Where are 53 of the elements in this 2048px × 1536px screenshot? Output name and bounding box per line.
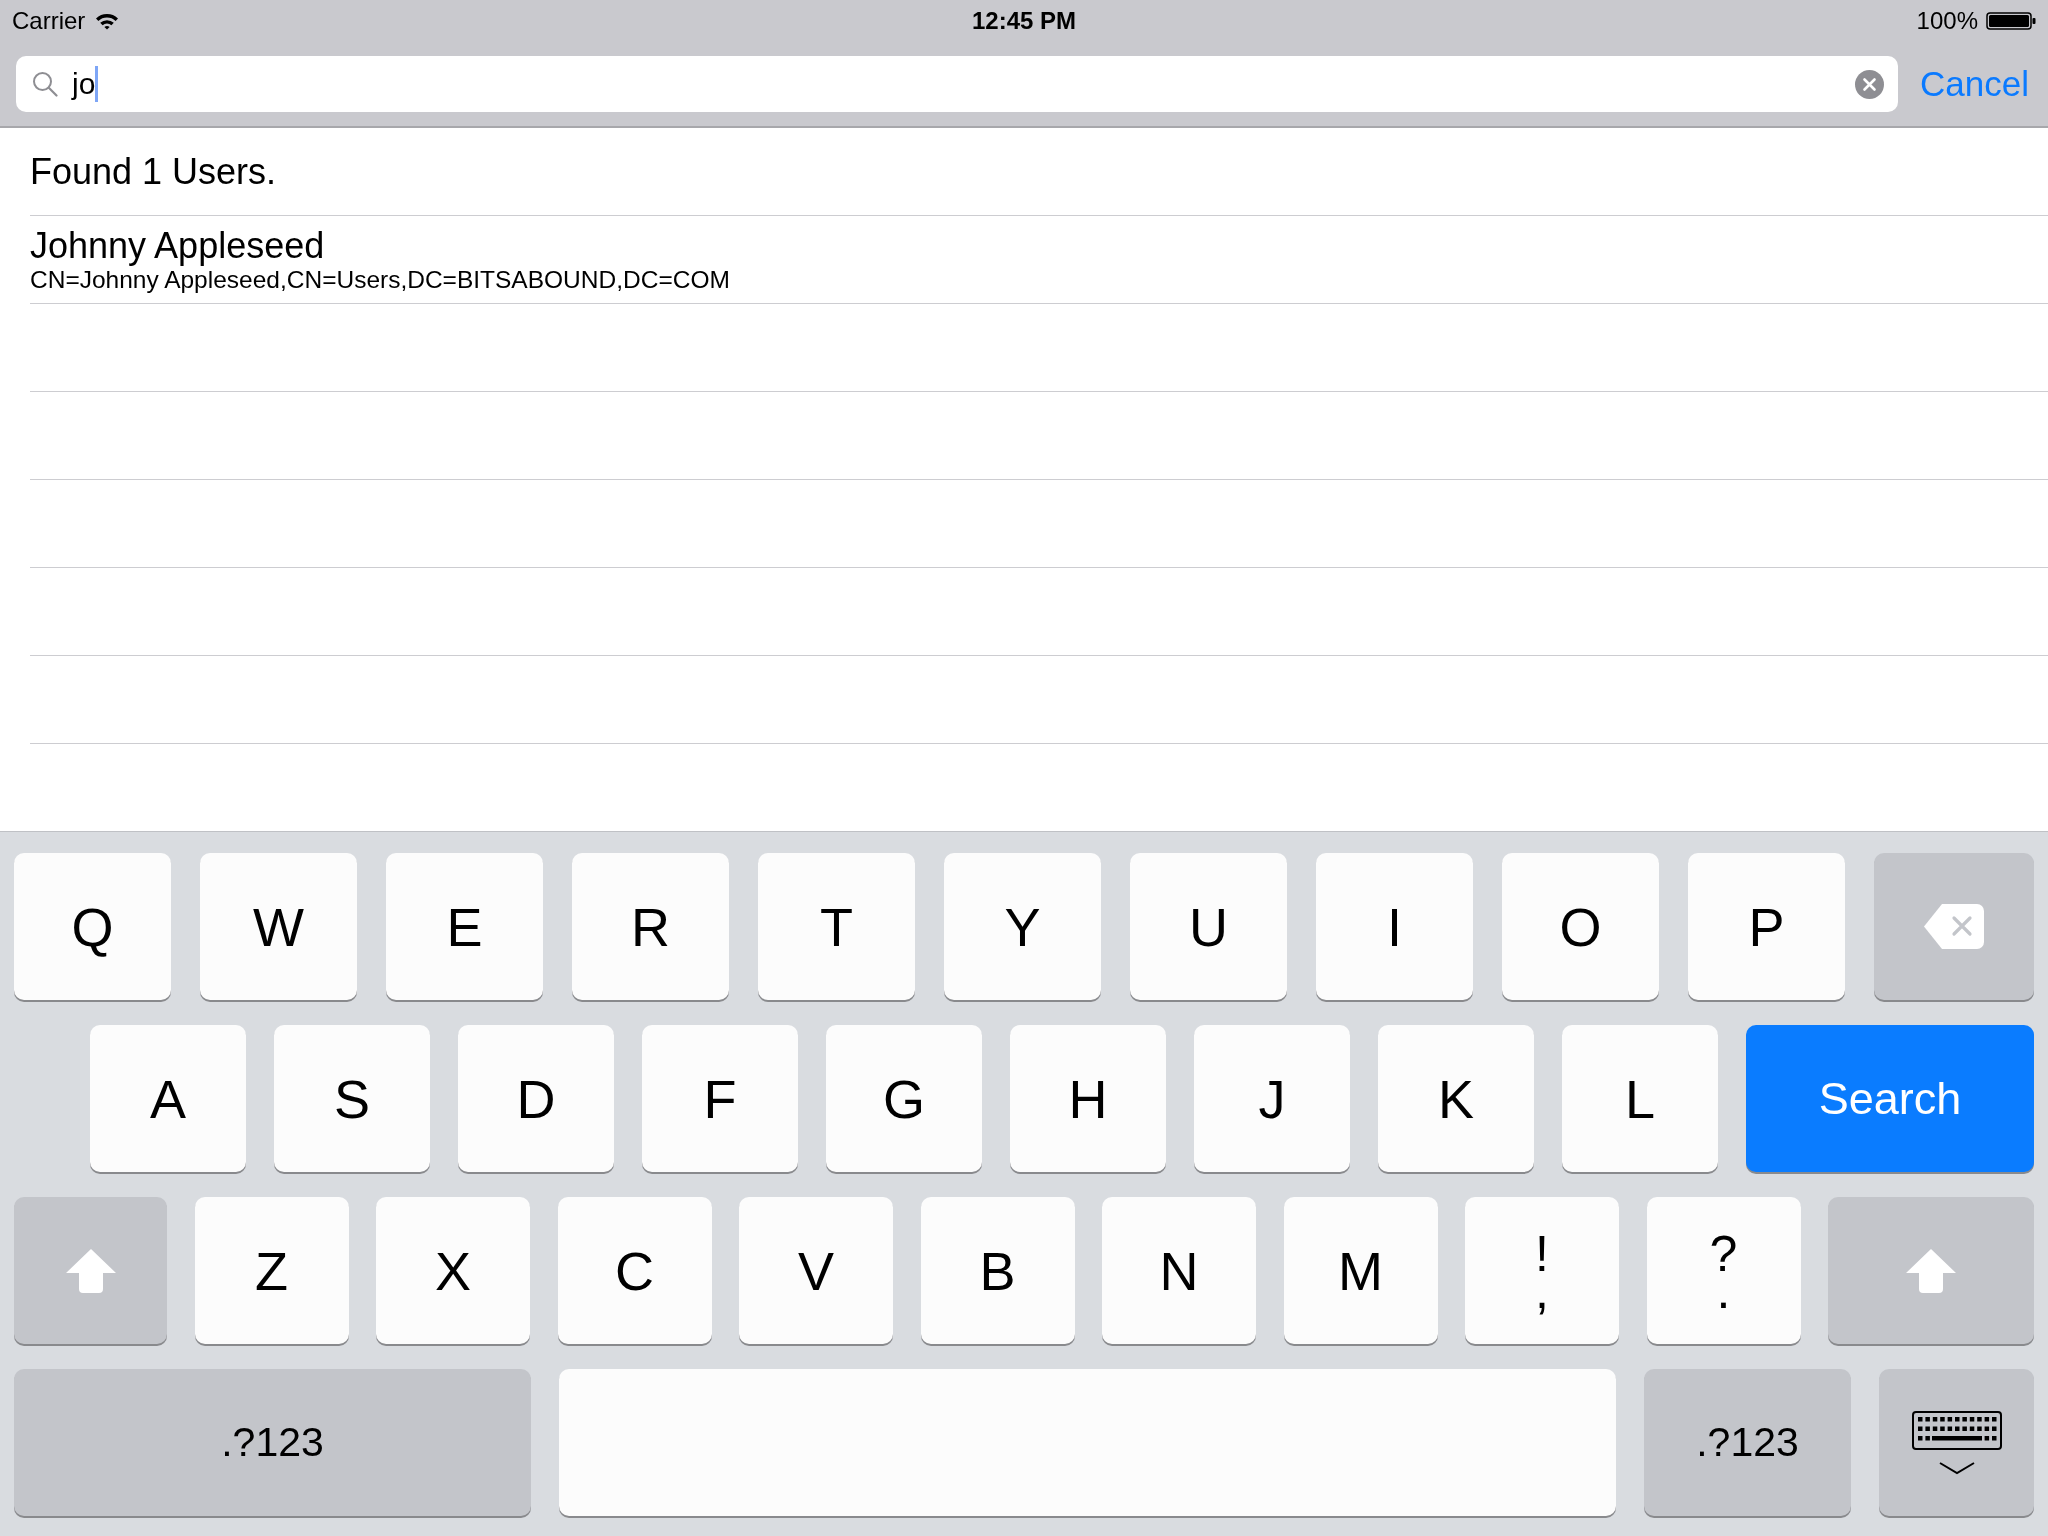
search-icon xyxy=(32,71,58,97)
letter-key[interactable]: W xyxy=(200,853,357,1000)
letter-key[interactable]: I xyxy=(1316,853,1473,1000)
backspace-icon xyxy=(1924,904,1984,949)
search-text: jo xyxy=(72,67,96,101)
letter-key[interactable]: J xyxy=(1194,1025,1350,1172)
letter-key[interactable]: N xyxy=(1102,1197,1256,1344)
letter-key[interactable]: T xyxy=(758,853,915,1000)
punctuation-key[interactable]: ? . xyxy=(1646,1197,1801,1344)
search-key[interactable]: Search xyxy=(1746,1025,2034,1172)
letter-key[interactable]: P xyxy=(1688,853,1845,1000)
shift-key[interactable] xyxy=(14,1197,167,1344)
letter-key[interactable]: Q xyxy=(14,853,171,1000)
carrier-text: Carrier xyxy=(12,7,86,35)
letter-key[interactable]: C xyxy=(557,1197,712,1344)
search-field[interactable]: jo xyxy=(16,56,1899,112)
letter-key[interactable]: Y xyxy=(944,853,1101,1000)
text-cursor xyxy=(95,66,99,102)
shift-arrow-icon xyxy=(1906,1248,1956,1293)
punctuation-key[interactable]: ! , xyxy=(1465,1197,1619,1344)
letter-key[interactable]: S xyxy=(274,1025,430,1172)
letter-key[interactable]: B xyxy=(920,1197,1075,1344)
letter-key[interactable]: H xyxy=(1010,1025,1166,1172)
battery-text: 100% xyxy=(1916,7,1978,35)
keyboard-dismiss-icon xyxy=(1911,1410,2002,1475)
letter-key[interactable]: O xyxy=(1502,853,1659,1000)
letter-key[interactable]: U xyxy=(1130,853,1287,1000)
space-key[interactable] xyxy=(559,1369,1616,1516)
letter-key[interactable]: E xyxy=(386,853,543,1000)
hide-keyboard-key[interactable] xyxy=(1879,1369,2034,1516)
battery-icon xyxy=(1986,12,2036,30)
user-name[interactable]: Johnny Appleseed xyxy=(30,225,325,266)
shift-arrow-icon xyxy=(65,1248,116,1293)
user-distinguished-name: CN=Johnny Appleseed,CN=Users,DC=BITSABOUND,DC=COM xyxy=(30,265,730,294)
result-count-text: Found 1 Users. xyxy=(30,151,277,192)
shift-key[interactable] xyxy=(1828,1197,2034,1344)
clock-text: 12:45 PM xyxy=(971,7,1077,35)
letter-key[interactable]: K xyxy=(1378,1025,1534,1172)
letter-key[interactable]: X xyxy=(376,1197,530,1344)
numbers-key[interactable]: .?123 xyxy=(14,1369,531,1516)
letter-key[interactable]: A xyxy=(90,1025,246,1172)
letter-key[interactable]: L xyxy=(1562,1025,1718,1172)
letter-key[interactable]: D xyxy=(458,1025,614,1172)
clear-icon[interactable] xyxy=(1855,69,1885,99)
backspace-key[interactable] xyxy=(1874,853,2034,1000)
letter-key[interactable]: Z xyxy=(194,1197,349,1344)
letter-key[interactable]: M xyxy=(1283,1197,1438,1344)
letter-key[interactable]: G xyxy=(826,1025,982,1172)
letter-key[interactable]: R xyxy=(572,853,729,1000)
wifi-icon xyxy=(95,12,120,30)
numbers-key[interactable]: .?123 xyxy=(1644,1369,1851,1516)
letter-key[interactable]: F xyxy=(642,1025,798,1172)
letter-key[interactable]: V xyxy=(739,1197,893,1344)
